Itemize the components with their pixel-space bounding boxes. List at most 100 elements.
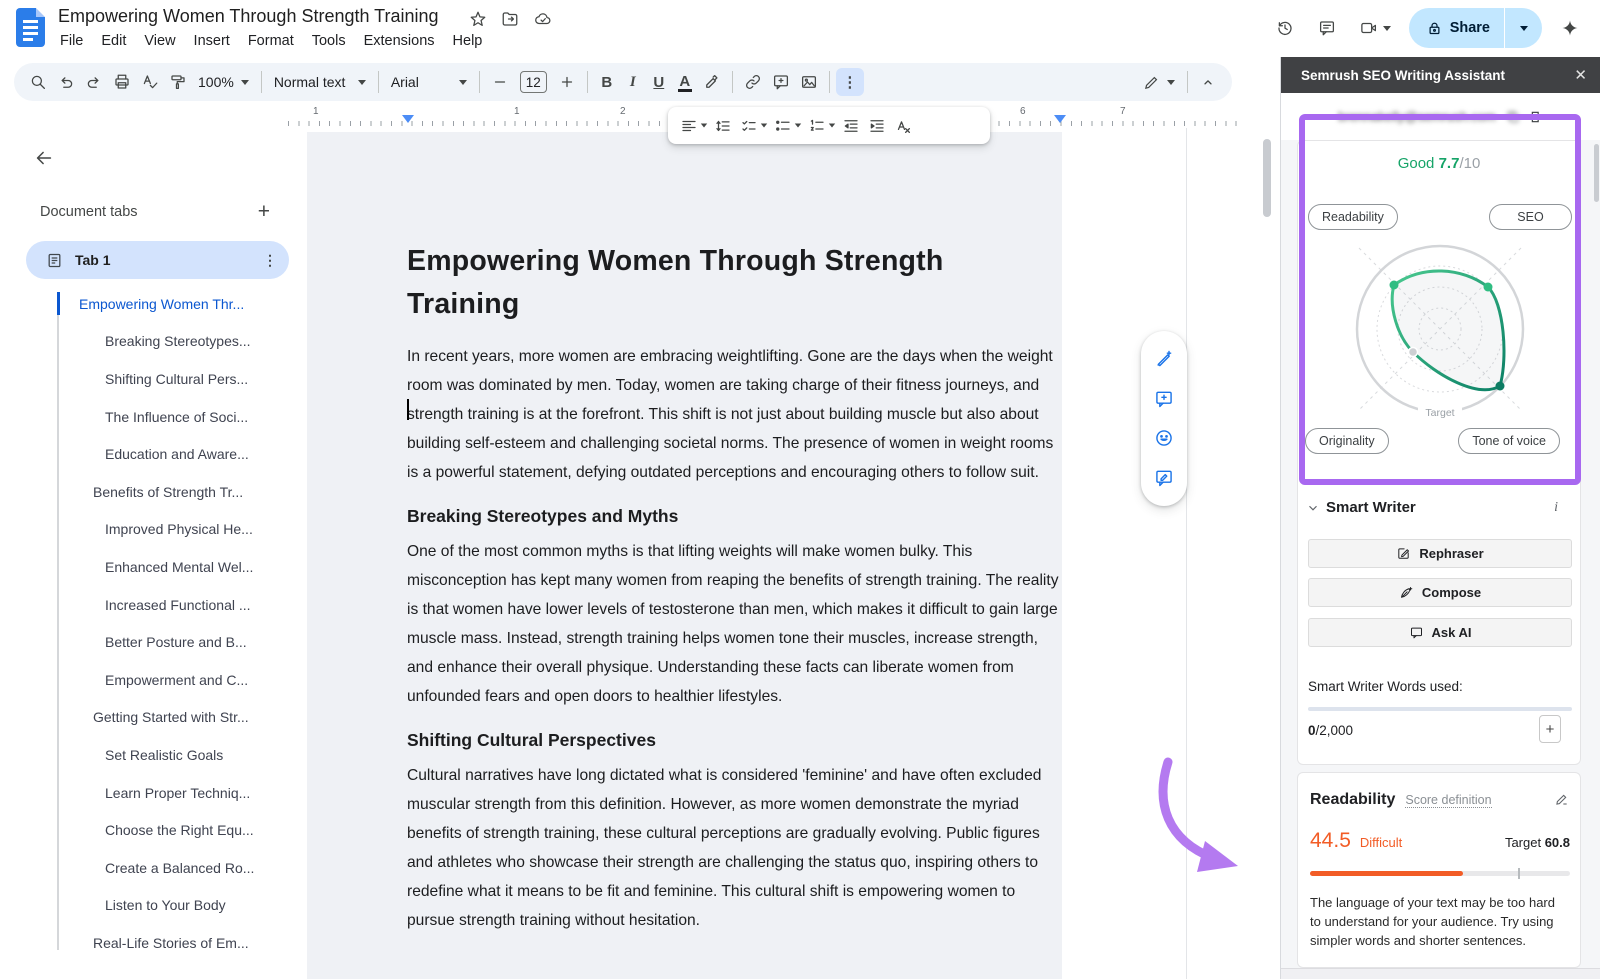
- share-button-main[interactable]: Share: [1409, 8, 1504, 48]
- help-me-write-icon[interactable]: [1150, 345, 1178, 373]
- outline-item[interactable]: Shifting Cultural Pers...: [57, 360, 289, 398]
- add-tab-icon[interactable]: +: [258, 202, 270, 222]
- share-button[interactable]: Share: [1409, 8, 1542, 48]
- outline-item[interactable]: Getting Started with Str...: [57, 699, 289, 737]
- document-title[interactable]: Empowering Women Through Strength Traini…: [58, 6, 439, 27]
- panel-scrollbar[interactable]: [1594, 144, 1599, 202]
- outline-item[interactable]: The Influence of Soci...: [57, 398, 289, 436]
- tab-options-icon[interactable]: ⋮: [263, 252, 277, 269]
- italic-button[interactable]: I: [620, 74, 646, 91]
- document-body[interactable]: Empowering Women Through Strength Traini…: [407, 240, 1059, 950]
- tone-of-voice-pill[interactable]: Tone of voice: [1458, 428, 1560, 454]
- more-options-icon[interactable]: ⋮: [836, 68, 864, 96]
- text-color-button[interactable]: A: [672, 73, 698, 92]
- bold-button[interactable]: B: [594, 74, 620, 91]
- editing-mode-select[interactable]: [1137, 74, 1181, 91]
- move-to-folder-icon[interactable]: [500, 9, 520, 29]
- outline-item[interactable]: Enhanced Mental Wel...: [57, 548, 289, 586]
- star-icon[interactable]: [468, 9, 488, 29]
- menu-item[interactable]: Tools: [303, 31, 355, 51]
- emoji-reaction-icon[interactable]: [1150, 424, 1178, 452]
- outline-item[interactable]: Education and Aware...: [57, 435, 289, 473]
- bulleted-list-icon[interactable]: [770, 113, 796, 139]
- font-size-input[interactable]: 12: [520, 71, 547, 93]
- spelling-check-icon[interactable]: [136, 68, 164, 96]
- print-icon[interactable]: [108, 68, 136, 96]
- outline-item[interactable]: Empowering Women Thr...: [57, 285, 289, 323]
- menu-item[interactable]: Insert: [185, 31, 239, 51]
- menu-item[interactable]: Extensions: [355, 31, 444, 51]
- zoom-select[interactable]: 100%: [192, 74, 255, 90]
- menu-item[interactable]: Help: [444, 31, 492, 51]
- comments-icon[interactable]: [1313, 14, 1341, 42]
- smart-writer-header[interactable]: Smart Writer i: [1298, 499, 1580, 516]
- version-history-icon[interactable]: [1271, 14, 1299, 42]
- logout-icon[interactable]: [1530, 110, 1544, 124]
- doc-block[interactable]: In recent years, more women are embracin…: [407, 342, 1059, 487]
- increase-font-size-icon[interactable]: [553, 68, 581, 96]
- right-indent-marker[interactable]: [1054, 115, 1066, 123]
- outline-item[interactable]: Empowerment and C...: [57, 661, 289, 699]
- chevron-down-icon[interactable]: [1306, 501, 1320, 515]
- tab-item[interactable]: Tab 1 ⋮: [26, 241, 289, 279]
- doc-block[interactable]: Cultural narratives have long dictated w…: [407, 761, 1059, 935]
- outline-item[interactable]: Real-Life Stories of Em...: [57, 924, 289, 962]
- doc-block[interactable]: One of the most common myths is that lif…: [407, 537, 1059, 711]
- document-page[interactable]: Empowering Women Through Strength Traini…: [307, 132, 1062, 979]
- outline-item[interactable]: Increased Functional ...: [57, 586, 289, 624]
- add-words-button[interactable]: +: [1539, 715, 1561, 743]
- doc-block[interactable]: Shifting Cultural Perspectives: [407, 729, 1059, 751]
- video-call-icon[interactable]: [1355, 14, 1395, 42]
- close-icon[interactable]: ✕: [1574, 66, 1587, 84]
- paint-format-icon[interactable]: [164, 68, 192, 96]
- cloud-saved-icon[interactable]: [532, 9, 554, 29]
- outline-item[interactable]: Choose the Right Equ...: [57, 811, 289, 849]
- google-docs-icon[interactable]: [16, 8, 45, 47]
- clear-formatting-icon[interactable]: [890, 113, 916, 139]
- originality-pill[interactable]: Originality: [1305, 428, 1389, 454]
- font-select[interactable]: Arial: [385, 74, 473, 90]
- left-indent-marker[interactable]: [402, 115, 414, 123]
- decrease-indent-icon[interactable]: [838, 113, 864, 139]
- outline-item[interactable]: Learn Proper Techniq...: [57, 774, 289, 812]
- add-comment-icon[interactable]: [1150, 385, 1178, 413]
- underline-button[interactable]: U: [646, 74, 672, 91]
- info-icon[interactable]: i: [1554, 500, 1558, 516]
- outline-item[interactable]: Breaking Stereotypes...: [57, 323, 289, 361]
- readability-pill[interactable]: Readability: [1308, 204, 1398, 230]
- increase-indent-icon[interactable]: [864, 113, 890, 139]
- edit-target-icon[interactable]: [1554, 791, 1570, 807]
- copy-icon[interactable]: [1506, 110, 1520, 124]
- ask-ai-button[interactable]: Ask AI: [1308, 618, 1572, 647]
- compose-button[interactable]: Compose: [1308, 578, 1572, 607]
- menu-item[interactable]: View: [135, 31, 184, 51]
- suggest-edits-icon[interactable]: [1150, 464, 1178, 492]
- paragraph-style-select[interactable]: Normal text: [268, 74, 372, 90]
- insert-image-icon[interactable]: [795, 68, 823, 96]
- menu-item[interactable]: Format: [239, 31, 303, 51]
- menu-item[interactable]: File: [51, 31, 92, 51]
- checklist-icon[interactable]: [736, 113, 762, 139]
- highlight-color-icon[interactable]: [698, 68, 726, 96]
- close-outline-icon[interactable]: [30, 144, 58, 172]
- redo-icon[interactable]: [80, 68, 108, 96]
- add-comment-icon[interactable]: [767, 68, 795, 96]
- doc-block[interactable]: Breaking Stereotypes and Myths: [407, 505, 1059, 527]
- outline-item[interactable]: Listen to Your Body: [57, 887, 289, 925]
- outline-item[interactable]: Benefits of Strength Tr...: [57, 473, 289, 511]
- document-scrollbar[interactable]: [1263, 139, 1271, 217]
- share-dropdown[interactable]: [1504, 8, 1542, 48]
- seo-pill[interactable]: SEO: [1489, 204, 1572, 230]
- menu-item[interactable]: Edit: [92, 31, 135, 51]
- hide-menus-icon[interactable]: [1194, 68, 1222, 96]
- score-definition-link[interactable]: Score definition: [1405, 793, 1491, 808]
- align-icon[interactable]: [676, 113, 702, 139]
- undo-icon[interactable]: [52, 68, 80, 96]
- outline-item[interactable]: Set Realistic Goals: [57, 736, 289, 774]
- search-menus-icon[interactable]: [24, 68, 52, 96]
- rephraser-button[interactable]: Rephraser: [1308, 539, 1572, 568]
- decrease-font-size-icon[interactable]: [486, 68, 514, 96]
- outline-item[interactable]: Better Posture and B...: [57, 623, 289, 661]
- numbered-list-icon[interactable]: [804, 113, 830, 139]
- outline-item[interactable]: Improved Physical He...: [57, 511, 289, 549]
